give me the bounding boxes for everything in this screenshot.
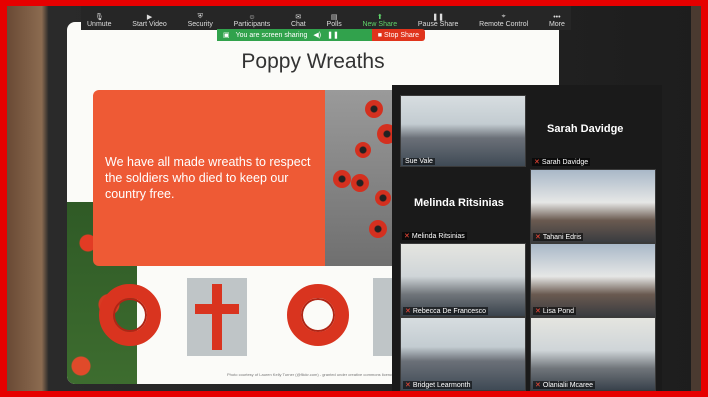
video-tile[interactable]: Sue Vale: [400, 95, 526, 167]
slide-body-text: We have all made wreaths to respect the …: [105, 155, 311, 201]
participant-name-large: Sarah Davidge: [547, 123, 624, 135]
video-tile[interactable]: ✕ Olanialii Mcaree: [530, 317, 656, 391]
microphone-muted-icon: ✕: [405, 308, 411, 315]
pause-icon[interactable]: ❚❚: [327, 31, 339, 39]
microphone-muted-icon: ✕: [535, 234, 541, 241]
screen-share-bar: ▣ You are screen sharing ◀) ❚❚ ■ Stop Sh…: [217, 29, 425, 41]
microphone-muted-icon: ✕: [535, 382, 541, 389]
video-tile[interactable]: ✕ Bridget Learmonth: [400, 317, 526, 391]
wreath-image: [287, 284, 349, 346]
participants-button[interactable]: ☺ Participants: [228, 14, 277, 30]
video-tile[interactable]: ✕ Tahani Edris: [530, 169, 656, 243]
chat-button[interactable]: ✉ Chat: [285, 13, 312, 30]
more-icon: •••: [553, 14, 561, 21]
start-video-button[interactable]: ▶ Start Video: [126, 13, 173, 30]
photo-credit: Photo courtesy of Lauren Kelly Turner (@…: [227, 372, 416, 377]
participant-name: ✕ Bridget Learmonth: [403, 381, 473, 389]
polls-button[interactable]: ▤ Polls: [321, 13, 348, 30]
slide-title: Poppy Wreaths: [241, 50, 385, 73]
more-button[interactable]: ••• More: [543, 14, 571, 30]
shield-icon: ⛨: [197, 13, 203, 20]
microphone-muted-icon: ✕: [534, 159, 540, 166]
wreath-image: [99, 284, 161, 346]
text-panel: We have all made wreaths to respect the …: [93, 90, 325, 266]
video-tile[interactable]: ✕ Sarah Davidge: [530, 155, 654, 167]
remote-control-button[interactable]: ⌖ Remote Control: [473, 13, 534, 30]
wall-edge: [691, 6, 701, 391]
audio-icon[interactable]: ◀): [313, 31, 321, 39]
people-icon: ☺: [248, 14, 256, 21]
unmute-button[interactable]: 🎙 Unmute: [81, 13, 118, 30]
participant-gallery: Sue Vale Sarah Davidge ✕ Sarah Davidge ✕ T…: [392, 85, 662, 391]
pause-icon: ❚❚: [432, 14, 444, 21]
new-share-button[interactable]: ⬆ New Share: [356, 13, 403, 30]
wreath-photo-partial: [373, 278, 393, 356]
participant-name: ✕ Tahani Edris: [533, 233, 584, 241]
stop-share-button[interactable]: ■ Stop Share: [371, 29, 425, 41]
video-tile[interactable]: ✕ Rebecca De Francesco: [400, 243, 526, 317]
participant-name: ✕ Sarah Davidge: [532, 158, 591, 166]
microphone-muted-icon: ✕: [535, 308, 541, 315]
participant-name: Sue Vale: [403, 158, 435, 165]
participant-name: ✕ Melinda Ritsinias: [402, 232, 467, 240]
sharing-icon: ▣: [223, 32, 230, 39]
chat-icon: ✉: [295, 14, 302, 21]
sharing-status: ▣ You are screen sharing ◀) ❚❚: [217, 29, 372, 41]
remote-icon: ⌖: [501, 13, 506, 20]
meeting-toolbar: 🎙 Unmute ▶ Start Video ⛨ Security ☺ Particip…: [81, 6, 571, 30]
participant-name: ✕ Lisa Pond: [533, 307, 577, 315]
participant-name: ✕ Olanialii Mcaree: [533, 381, 596, 389]
poll-icon: ▤: [330, 14, 338, 21]
video-tile[interactable]: ✕ Melinda Ritsinias: [400, 227, 524, 241]
cross-wreath-photo: [187, 278, 247, 356]
participant-name: ✕ Rebecca De Francesco: [403, 307, 489, 315]
microphone-muted-icon: 🎙: [94, 14, 104, 21]
video-icon: ▶: [146, 14, 153, 21]
security-button[interactable]: ⛨ Security: [182, 13, 219, 30]
pause-share-button[interactable]: ❚❚ Pause Share: [412, 13, 464, 30]
photo-frame: Poppy Wreaths We have all made wreaths t…: [7, 6, 701, 391]
microphone-muted-icon: ✕: [404, 233, 410, 240]
video-tile[interactable]: ✕ Lisa Pond: [530, 243, 656, 317]
share-icon: ⬆: [376, 14, 383, 21]
microphone-muted-icon: ✕: [405, 382, 411, 389]
participant-name-large: Melinda Ritsinias: [414, 197, 504, 209]
